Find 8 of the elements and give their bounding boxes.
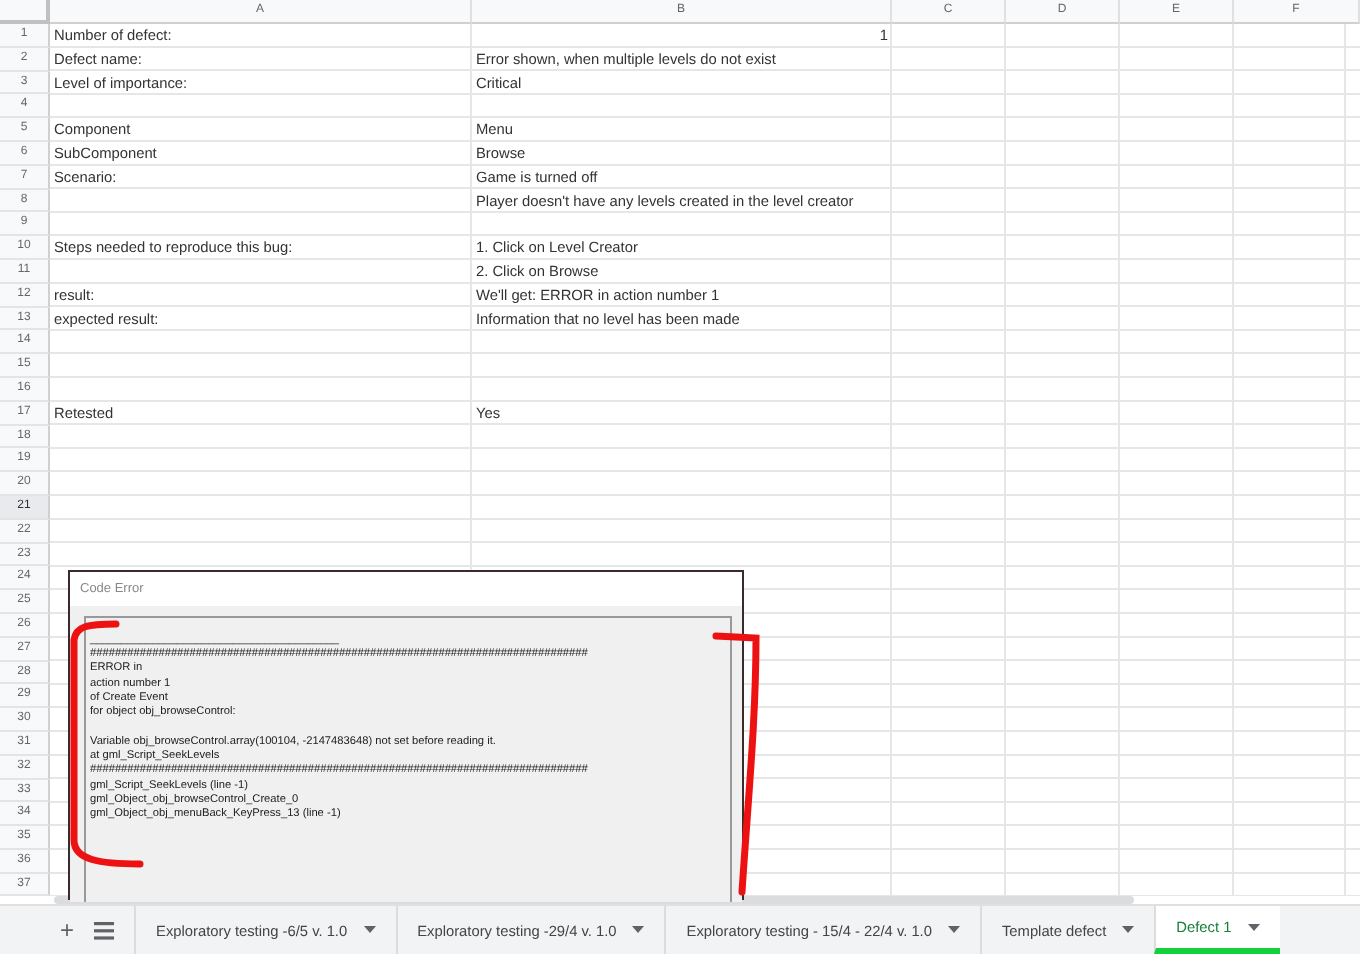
caret-icon bbox=[363, 926, 376, 934]
caret-icon bbox=[947, 926, 960, 934]
add-sheet-button[interactable]: + bbox=[48, 916, 87, 944]
sheet-list-icon[interactable] bbox=[94, 921, 115, 939]
caret-icon bbox=[1122, 926, 1135, 934]
caret-icon bbox=[1247, 923, 1260, 931]
caret-icon bbox=[632, 926, 645, 934]
corner-header[interactable] bbox=[0, 0, 50, 24]
